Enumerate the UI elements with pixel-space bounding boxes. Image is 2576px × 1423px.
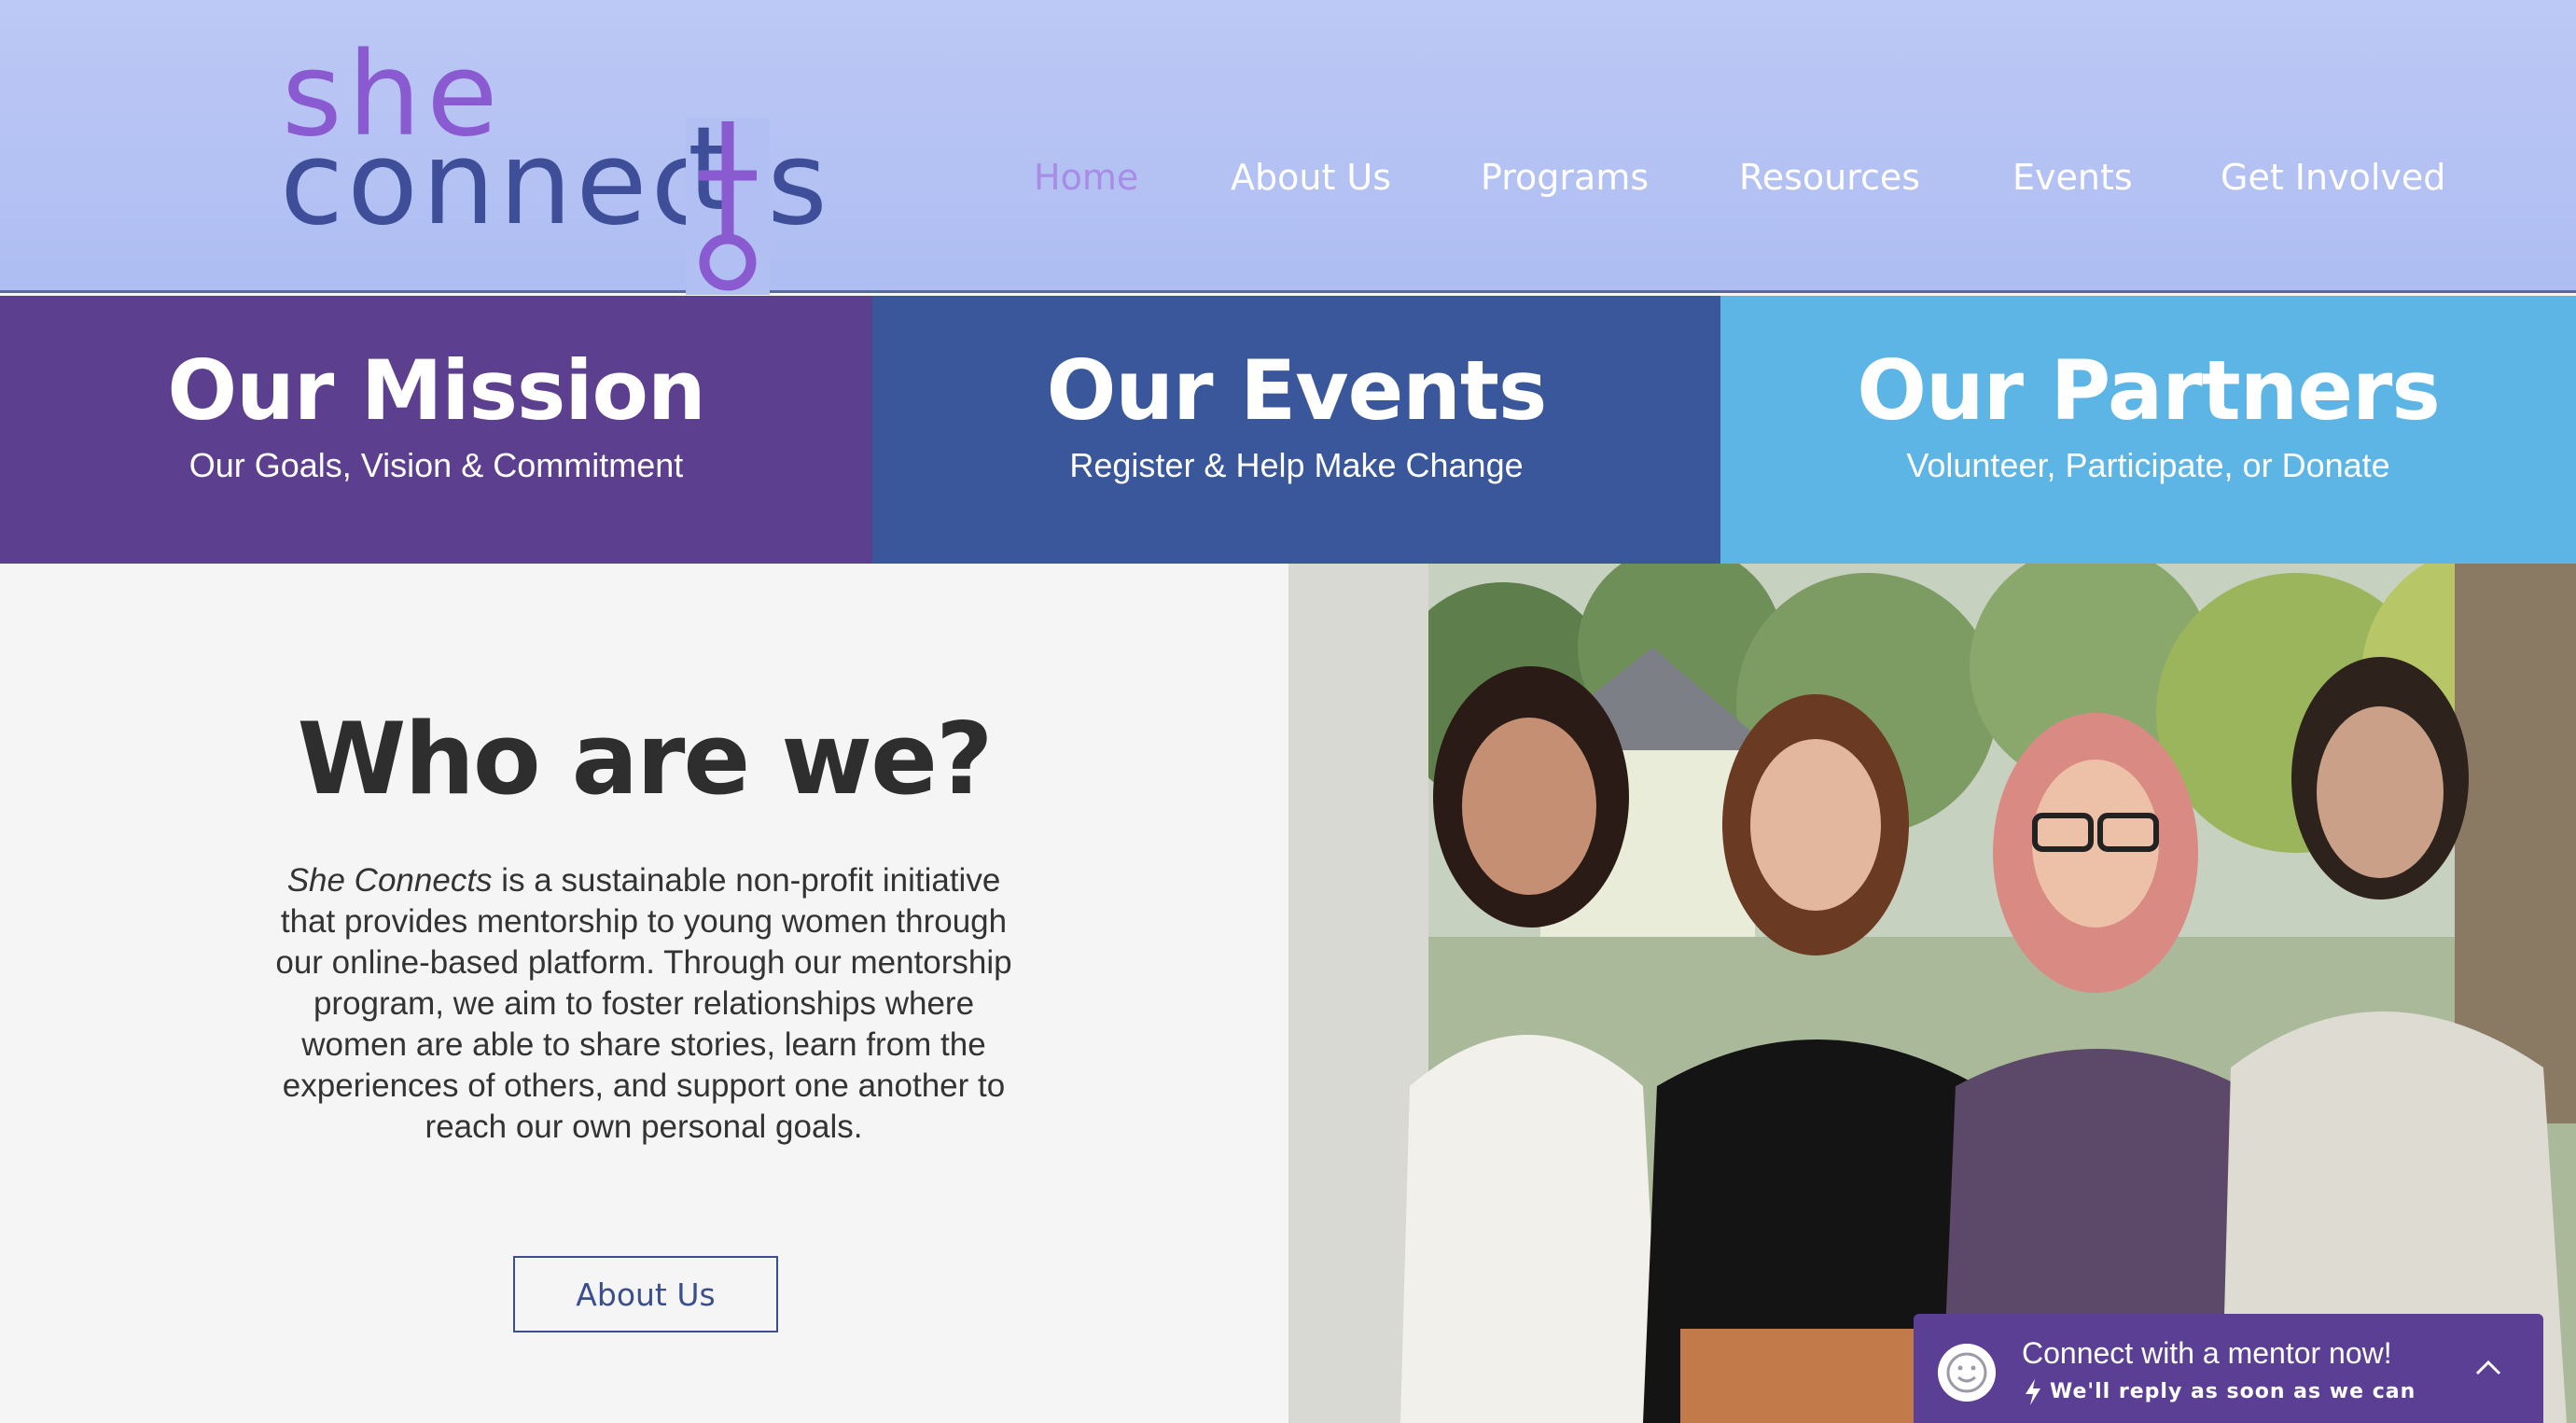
partners-title: Our Partners [1857,342,2441,439]
who-are-we-section: Who are we? She Connects is a sustainabl… [0,564,1288,1423]
about-description: She Connects is a sustainable non-profit… [261,860,1026,1148]
nav-programs[interactable]: Programs [1481,149,1649,205]
partners-tile[interactable]: Our Partners Volunteer, Participate, or … [1720,296,2576,564]
events-tile[interactable]: Our Events Register & Help Make Change [872,296,1720,564]
partners-subtitle: Volunteer, Participate, or Donate [1906,446,2390,484]
nav-get-involved[interactable]: Get Involved [2221,149,2445,205]
team-photo-illustration [1288,564,2576,1423]
chat-title: Connect with a mentor now! [2022,1336,2392,1370]
brand-name: She Connects [286,862,493,899]
about-body-text: is a sustainable non-profit initiative t… [275,862,1012,1145]
mission-subtitle: Our Goals, Vision & Commitment [188,446,684,484]
nav-home[interactable]: Home [1034,149,1138,205]
events-title: Our Events [1046,342,1548,439]
she-connects-logo[interactable]: she connects t [280,37,828,295]
site-header: she connects t Home About Us Programs Re… [0,0,2576,295]
mission-title: Our Mission [167,342,705,439]
who-are-we-heading: Who are we? [297,702,993,816]
events-subtitle: Register & Help Make Change [1069,446,1524,484]
nav-events[interactable]: Events [2012,149,2133,205]
nav-resources[interactable]: Resources [1739,149,1920,205]
chat-widget[interactable]: Connect with a mentor now! We'll reply a… [1914,1314,2543,1423]
about-us-button[interactable]: About Us [513,1256,778,1332]
mission-tile[interactable]: Our Mission Our Goals, Vision & Commitme… [0,296,872,564]
chat-subtitle: We'll reply as soon as we can [2050,1380,2416,1403]
chevron-up-icon[interactable] [2472,1351,2505,1385]
smiley-icon [1938,1344,1996,1402]
team-photo [1288,564,2576,1423]
female-symbol-icon: t [686,118,770,295]
nav-about-us[interactable]: About Us [1231,149,1391,205]
lightning-icon [2026,1379,2040,1405]
